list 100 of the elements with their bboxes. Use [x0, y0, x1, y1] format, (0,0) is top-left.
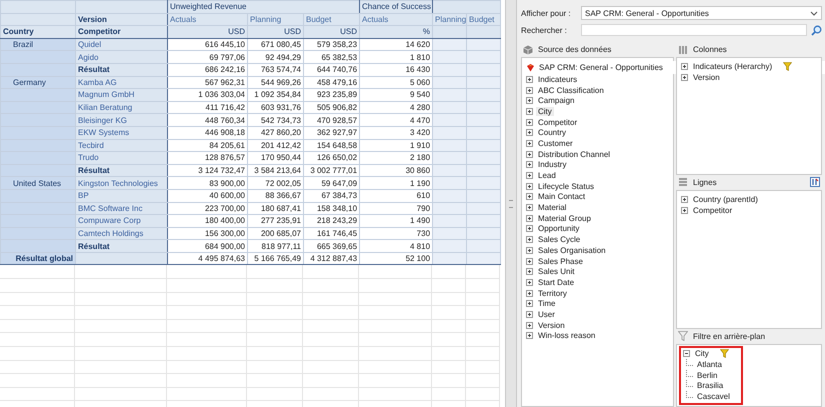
tree-item[interactable]: Cascavel [695, 392, 732, 402]
table-cell: 5 166 765,49 [248, 252, 304, 265]
tree-item[interactable]: SAP CRM: General - Opportunities [539, 63, 663, 72]
funnel-icon [678, 331, 688, 342]
expand-icon[interactable] [526, 76, 533, 83]
expand-icon[interactable] [526, 278, 533, 286]
table-cell: 3 420 [360, 126, 433, 140]
tree-item[interactable]: Sales Phase [536, 256, 585, 266]
tree-item[interactable]: Territory [536, 288, 569, 298]
tree-item[interactable]: Competitor [536, 118, 580, 127]
table-cell: 65 382,53 [304, 50, 360, 64]
tree-item[interactable]: Industry [536, 160, 568, 170]
tree-item[interactable]: Version [691, 72, 722, 82]
table-cell: 277 235,91 [248, 214, 304, 228]
expand-icon[interactable] [526, 182, 533, 190]
table-cell: 92 494,29 [248, 50, 304, 64]
expand-icon[interactable] [526, 300, 533, 308]
field-label: Rechercher : [521, 26, 568, 34]
section-title: Lignes [693, 178, 717, 187]
expand-icon[interactable] [526, 236, 533, 244]
expand-icon[interactable] [681, 74, 688, 81]
expand-icon[interactable] [526, 246, 533, 254]
expand-icon[interactable] [681, 62, 688, 70]
tree-item[interactable]: Atlanta [695, 360, 724, 370]
tree-item[interactable]: Sales Cycle [536, 235, 582, 244]
table-cell: 427 860,20 [248, 126, 304, 140]
expand-icon[interactable] [681, 196, 688, 203]
expand-icon[interactable] [681, 206, 688, 214]
expand-icon[interactable] [526, 86, 533, 94]
data-source-icon [526, 63, 535, 72]
tree-item[interactable]: Material [536, 203, 568, 212]
expand-icon[interactable] [526, 97, 533, 104]
table-cell: 126 650,02 [304, 152, 360, 164]
table-cell: 567 962,31 [168, 76, 248, 89]
swap-icon[interactable] [810, 177, 820, 188]
expand-icon[interactable] [526, 214, 533, 222]
row-header: Résultat global [0, 252, 76, 265]
tree-item[interactable]: Lifecycle Status [536, 182, 596, 191]
expand-icon[interactable] [526, 258, 533, 265]
tree-item[interactable]: ABC Classification [536, 86, 606, 95]
tree-item[interactable]: User [536, 310, 557, 319]
expand-icon[interactable] [526, 172, 533, 180]
table-cell: 684 900,00 [168, 240, 248, 252]
tree-item[interactable]: Version [536, 320, 567, 330]
expand-icon[interactable] [526, 108, 533, 115]
row-header-label: Version [76, 13, 168, 26]
expand-icon[interactable] [526, 193, 533, 200]
table-cell: 470 928,57 [304, 114, 360, 126]
tree-item[interactable]: Campaign [536, 96, 576, 106]
expand-icon[interactable] [526, 290, 533, 297]
tree-item[interactable]: Brasilia [695, 381, 726, 390]
tree-item[interactable]: Berlin [695, 370, 720, 380]
tree-item[interactable]: Main Contact [536, 192, 588, 202]
tree-item[interactable]: Customer [536, 138, 575, 148]
table-cell: 644 740,76 [304, 63, 360, 76]
expand-icon[interactable] [526, 140, 533, 147]
table-cell: 665 369,65 [304, 240, 360, 252]
row-header: Kingston Technologies [76, 176, 168, 190]
tree-item[interactable]: City [536, 106, 554, 116]
tree-item[interactable]: Country [536, 128, 568, 138]
expand-icon[interactable] [526, 129, 533, 136]
search-icon[interactable] [811, 24, 822, 36]
row-header: Bleisinger KG [76, 114, 168, 126]
tree-item[interactable]: City [693, 349, 711, 358]
tree-item[interactable]: Sales Organisation [536, 246, 608, 255]
row-header: BMC Software Inc [76, 202, 168, 215]
tree-item[interactable]: Material Group [536, 214, 593, 223]
tree-item[interactable]: Distribution Channel [536, 150, 612, 159]
table-cell: 180 400,00 [168, 214, 248, 228]
display-for-dropdown[interactable]: SAP CRM: General - Opportunities [581, 6, 822, 20]
expand-icon[interactable] [526, 322, 533, 329]
tree-item[interactable]: Time [536, 299, 558, 308]
tree-item[interactable]: Opportunity [536, 224, 582, 234]
expand-icon[interactable] [526, 225, 533, 232]
tree-item[interactable]: Indicateurs [536, 74, 580, 84]
expand-icon[interactable] [526, 150, 533, 158]
expand-icon[interactable] [526, 332, 533, 340]
collapse-icon[interactable] [683, 350, 690, 358]
tree-item[interactable]: Indicateurs (Herarchy) [691, 62, 774, 71]
table-cell: 4 495 874,63 [168, 252, 248, 265]
table-cell: 542 734,73 [248, 114, 304, 126]
tree-item[interactable]: Country (parentId) [691, 194, 760, 204]
column-header: Actuals [168, 13, 248, 26]
expand-icon[interactable] [526, 118, 533, 126]
tree-item[interactable]: Lead [536, 171, 558, 180]
tree-item[interactable]: Competitor [691, 206, 734, 214]
tree-item[interactable]: Start Date [536, 278, 576, 287]
table-cell: 30 860 [360, 164, 433, 177]
search-field[interactable] [581, 24, 807, 36]
column-header: Planning [248, 13, 304, 26]
table-cell: 4 810 [360, 240, 433, 252]
expand-icon[interactable] [526, 268, 533, 276]
table-cell: 544 969,26 [248, 76, 304, 89]
column-header: Actuals [360, 13, 433, 26]
tree-item[interactable]: Sales Unit [536, 267, 576, 276]
expand-icon[interactable] [526, 204, 533, 212]
expand-icon[interactable] [526, 310, 533, 318]
tree-item[interactable]: Win-loss reason [536, 331, 598, 340]
expand-icon[interactable] [526, 161, 533, 168]
table-cell: 16 430 [360, 63, 433, 76]
